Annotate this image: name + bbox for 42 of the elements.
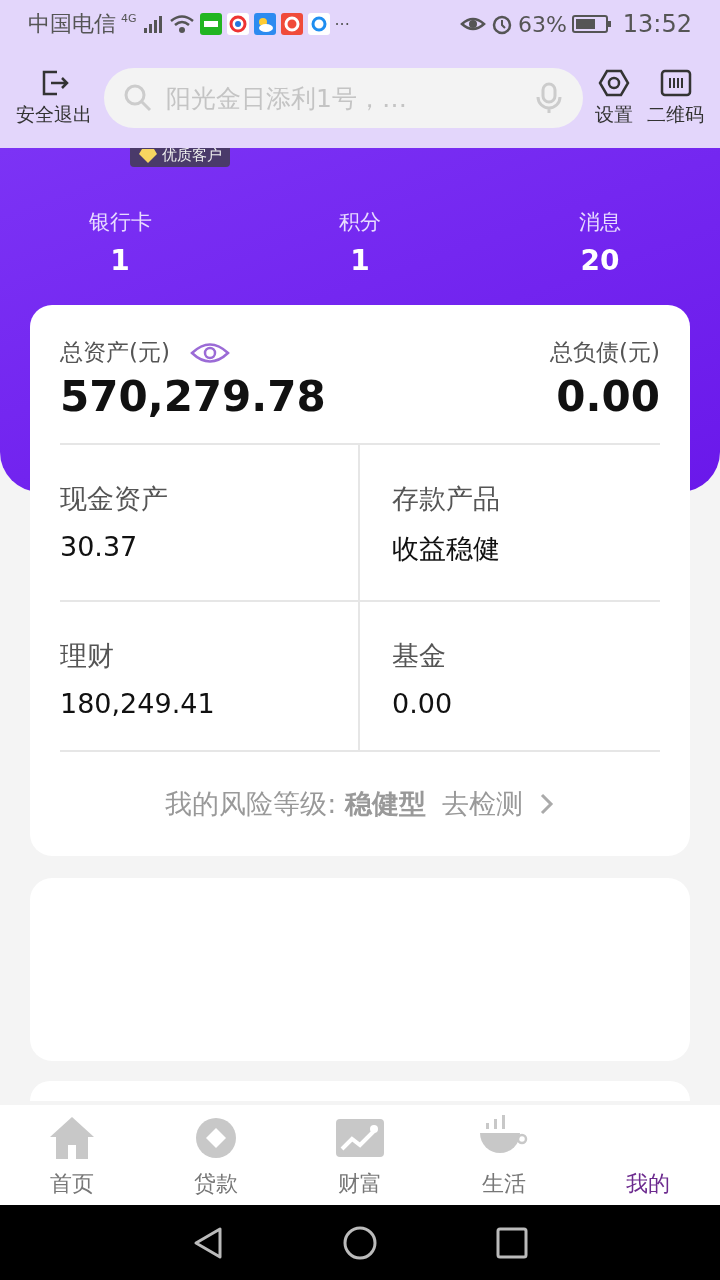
total-assets-value: 570,279.78 — [60, 372, 326, 421]
total-debt-value: 0.00 — [556, 372, 660, 421]
clock-time: 13:52 — [622, 10, 692, 38]
alarm-icon — [490, 13, 513, 35]
network-type: 4G — [121, 12, 137, 25]
stat-item[interactable]: 银行卡 1 — [80, 208, 160, 277]
qrcode-icon — [659, 68, 692, 98]
tab-item[interactable]: 生活 — [432, 1105, 576, 1205]
browser-icon — [307, 13, 330, 35]
badge-label: 优质客户 — [162, 146, 222, 165]
qrcode-button[interactable]: 二维码 — [645, 68, 706, 128]
chevron-right-icon — [538, 792, 555, 816]
tab-item[interactable]: 我的 — [576, 1105, 720, 1205]
battery-percent: 63% — [517, 11, 567, 37]
carrier-name: 中国电信 — [28, 10, 116, 38]
app-icon — [199, 13, 222, 35]
stat-item[interactable]: 积分 1 — [320, 208, 400, 277]
asset-item[interactable]: 基金 0.00 — [360, 602, 660, 752]
recents-icon[interactable] — [496, 1226, 528, 1259]
total-assets-label: 总资产(元) — [60, 338, 170, 367]
weather-icon — [253, 13, 276, 35]
wifi-icon — [168, 14, 195, 34]
asset-item[interactable]: 理财 180,249.41 — [60, 602, 360, 752]
signal-icon — [141, 14, 164, 34]
stat-item[interactable]: 消息 20 — [560, 208, 640, 277]
tab-item[interactable]: 财富 — [288, 1105, 432, 1205]
home-icon[interactable] — [342, 1224, 378, 1261]
total-debt-label: 总负债(元) — [550, 338, 660, 367]
risk-level-text: 我的风险等级: 稳健型 — [165, 787, 426, 821]
app-icon — [226, 13, 249, 35]
settings-icon — [598, 68, 630, 98]
house-icon — [48, 1115, 96, 1161]
battery-icon — [571, 14, 612, 34]
tab-item[interactable]: 首页 — [0, 1105, 144, 1205]
settings-button[interactable]: 设置 — [593, 68, 635, 128]
search-icon — [122, 82, 154, 114]
app-icon — [280, 13, 303, 35]
asset-item[interactable]: 现金资产 30.37 — [60, 445, 360, 602]
tab-item[interactable]: 贷款 — [144, 1105, 288, 1205]
more-notifications: ··· — [334, 14, 350, 34]
logout-button[interactable]: 安全退出 — [14, 68, 94, 128]
asset-item[interactable]: 存款产品 收益稳健 — [360, 445, 660, 602]
